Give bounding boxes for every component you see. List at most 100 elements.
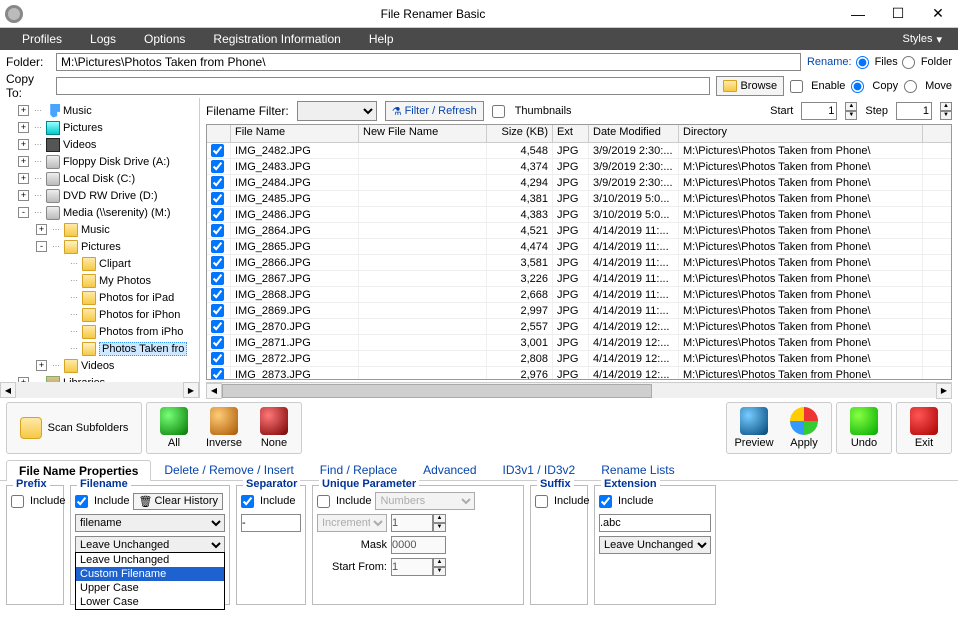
dropdown-option[interactable]: Leave Unchanged bbox=[76, 553, 224, 567]
dropdown-option[interactable]: Upper Case bbox=[76, 581, 224, 595]
maximize-button[interactable]: ☐ bbox=[878, 0, 918, 28]
file-row[interactable]: IMG_2872.JPG2,808JPG4/14/2019 12:...M:\P… bbox=[207, 351, 951, 367]
row-checkbox[interactable] bbox=[211, 272, 224, 285]
row-checkbox[interactable] bbox=[211, 336, 224, 349]
rename-folder-radio[interactable] bbox=[902, 56, 915, 69]
select-none-button[interactable]: None bbox=[249, 405, 299, 451]
tree-item[interactable]: -⋯Media (\\serenity) (M:) bbox=[4, 204, 199, 221]
file-row[interactable]: IMG_2870.JPG2,557JPG4/14/2019 12:...M:\P… bbox=[207, 319, 951, 335]
tab-id3v1-id3v2[interactable]: ID3v1 / ID3v2 bbox=[490, 459, 589, 480]
dropdown-option[interactable]: Custom Filename bbox=[76, 567, 224, 581]
tree-hscroll[interactable]: ◀▶ bbox=[0, 382, 199, 398]
tree-item[interactable]: -⋯Pictures bbox=[4, 238, 199, 255]
unique-include-checkbox[interactable] bbox=[317, 495, 330, 508]
row-checkbox[interactable] bbox=[211, 176, 224, 189]
tree-expander[interactable]: + bbox=[18, 190, 29, 201]
prefix-include-checkbox[interactable] bbox=[11, 495, 24, 508]
row-checkbox[interactable] bbox=[211, 192, 224, 205]
tree-expander[interactable]: + bbox=[36, 224, 47, 235]
copyto-input[interactable] bbox=[56, 77, 710, 95]
extension-input[interactable] bbox=[599, 514, 711, 532]
unique-type-select[interactable]: Numbers bbox=[375, 492, 475, 510]
move-radio[interactable] bbox=[904, 80, 917, 93]
apply-button[interactable]: Apply bbox=[779, 405, 829, 451]
file-row[interactable]: IMG_2482.JPG4,548JPG3/9/2019 2:30:...M:\… bbox=[207, 143, 951, 159]
separator-input[interactable] bbox=[241, 514, 301, 532]
enable-checkbox[interactable] bbox=[790, 80, 803, 93]
file-row[interactable]: IMG_2867.JPG3,226JPG4/14/2019 11:...M:\P… bbox=[207, 271, 951, 287]
file-row[interactable]: IMG_2866.JPG3,581JPG4/14/2019 11:...M:\P… bbox=[207, 255, 951, 271]
suffix-include-checkbox[interactable] bbox=[535, 495, 548, 508]
startfrom-input[interactable] bbox=[391, 558, 433, 576]
tab-rename-lists[interactable]: Rename Lists bbox=[588, 459, 687, 480]
start-input[interactable] bbox=[801, 102, 837, 120]
menu-registration-information[interactable]: Registration Information bbox=[199, 28, 354, 50]
row-checkbox[interactable] bbox=[211, 368, 224, 380]
file-row[interactable]: IMG_2485.JPG4,381JPG3/10/2019 5:0...M:\P… bbox=[207, 191, 951, 207]
increment-input[interactable] bbox=[391, 514, 433, 532]
step-input[interactable] bbox=[896, 102, 932, 120]
col-filename[interactable]: File Name bbox=[231, 125, 359, 142]
file-row[interactable]: IMG_2871.JPG3,001JPG4/14/2019 12:...M:\P… bbox=[207, 335, 951, 351]
thumbnails-checkbox[interactable] bbox=[492, 105, 505, 118]
tree-item[interactable]: +⋯Local Disk (C:) bbox=[4, 170, 199, 187]
row-checkbox[interactable] bbox=[211, 208, 224, 221]
tab-advanced[interactable]: Advanced bbox=[410, 459, 489, 480]
row-checkbox[interactable] bbox=[211, 256, 224, 269]
row-checkbox[interactable] bbox=[211, 160, 224, 173]
tree-item[interactable]: +⋯DVD RW Drive (D:) bbox=[4, 187, 199, 204]
file-row[interactable]: IMG_2486.JPG4,383JPG3/10/2019 5:0...M:\P… bbox=[207, 207, 951, 223]
close-button[interactable]: ✕ bbox=[918, 0, 958, 28]
filename-include-checkbox[interactable] bbox=[75, 495, 88, 508]
preview-button[interactable]: Preview bbox=[729, 405, 779, 451]
row-checkbox[interactable] bbox=[211, 352, 224, 365]
filter-refresh-button[interactable]: ⚗ Filter / Refresh bbox=[385, 101, 484, 121]
filename-case-dropdown[interactable]: Leave UnchangedCustom FilenameUpper Case… bbox=[75, 552, 225, 610]
tree-item[interactable]: ⋯Photos Taken fro bbox=[4, 340, 199, 357]
tab-delete-remove-insert[interactable]: Delete / Remove / Insert bbox=[151, 459, 306, 480]
file-row[interactable]: IMG_2869.JPG2,997JPG4/14/2019 11:...M:\P… bbox=[207, 303, 951, 319]
increment-select[interactable]: Increment bbox=[317, 514, 387, 532]
styles-menu[interactable]: Styles ▾ bbox=[895, 33, 951, 46]
step-spinner[interactable]: ▲▼ bbox=[940, 102, 952, 120]
extension-mode-select[interactable]: Leave Unchanged bbox=[599, 536, 711, 554]
tree-item[interactable]: ⋯Clipart bbox=[4, 255, 199, 272]
file-row[interactable]: IMG_2865.JPG4,474JPG4/14/2019 11:...M:\P… bbox=[207, 239, 951, 255]
grid-hscroll[interactable]: ◀▶ bbox=[206, 382, 952, 398]
minimize-button[interactable]: — bbox=[838, 0, 878, 28]
mask-input[interactable] bbox=[391, 536, 446, 554]
filter-select[interactable] bbox=[297, 101, 377, 121]
separator-include-checkbox[interactable] bbox=[241, 495, 254, 508]
col-newfilename[interactable]: New File Name bbox=[359, 125, 487, 142]
tree-expander[interactable]: - bbox=[18, 207, 29, 218]
tree-item[interactable]: +⋯Music bbox=[4, 221, 199, 238]
menu-help[interactable]: Help bbox=[355, 28, 408, 50]
dropdown-option[interactable]: Lower Case bbox=[76, 595, 224, 609]
increment-spinner[interactable]: ▲▼ bbox=[433, 514, 446, 532]
tree-item[interactable]: +⋯Videos bbox=[4, 357, 199, 374]
tree-item[interactable]: ⋯Photos for iPhon bbox=[4, 306, 199, 323]
file-row[interactable]: IMG_2873.JPG2,976JPG4/14/2019 12:...M:\P… bbox=[207, 367, 951, 380]
row-checkbox[interactable] bbox=[211, 320, 224, 333]
file-row[interactable]: IMG_2483.JPG4,374JPG3/9/2019 2:30:...M:\… bbox=[207, 159, 951, 175]
tree-expander[interactable]: + bbox=[18, 173, 29, 184]
folder-tree[interactable]: +⋯Music+⋯Pictures+⋯Videos+⋯Floppy Disk D… bbox=[0, 98, 200, 398]
row-checkbox[interactable] bbox=[211, 288, 224, 301]
browse-button[interactable]: Browse bbox=[716, 76, 784, 96]
scan-subfolders-button[interactable]: Scan Subfolders bbox=[9, 405, 139, 451]
tree-item[interactable]: +⋯Music bbox=[4, 102, 199, 119]
file-row[interactable]: IMG_2868.JPG2,668JPG4/14/2019 11:...M:\P… bbox=[207, 287, 951, 303]
copy-radio[interactable] bbox=[851, 80, 864, 93]
row-checkbox[interactable] bbox=[211, 224, 224, 237]
col-size[interactable]: Size (KB) bbox=[487, 125, 553, 142]
file-grid[interactable]: File Name New File Name Size (KB) Ext Da… bbox=[206, 124, 952, 380]
tree-item[interactable]: ⋯My Photos bbox=[4, 272, 199, 289]
tree-expander[interactable]: + bbox=[36, 360, 47, 371]
tree-expander[interactable]: + bbox=[18, 105, 29, 116]
filename-value-select[interactable]: filename bbox=[75, 514, 225, 532]
col-ext[interactable]: Ext bbox=[553, 125, 589, 142]
clear-history-button[interactable]: 🗑Clear History bbox=[133, 493, 223, 510]
row-checkbox[interactable] bbox=[211, 304, 224, 317]
rename-files-radio[interactable] bbox=[856, 56, 869, 69]
select-inverse-button[interactable]: Inverse bbox=[199, 405, 249, 451]
